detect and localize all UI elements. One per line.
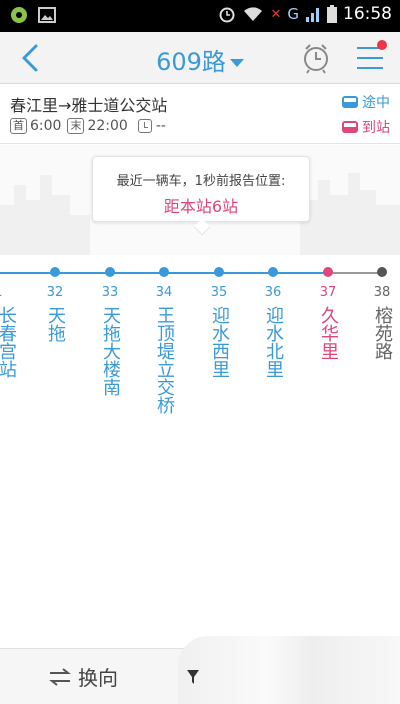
legend: 途中 到站 — [342, 92, 390, 142]
station-38[interactable]: 38 榕苑路 — [362, 267, 400, 360]
wifi-icon — [244, 7, 263, 22]
station-34[interactable]: 34 王顶堤立交桥 — [144, 267, 184, 414]
route-times: 首 6:00 末 22:00 -- — [10, 118, 166, 134]
reverse-label: 换向 — [78, 666, 118, 690]
bubble-report-text: 最近一辆车，1秒前报告位置: — [116, 174, 286, 189]
status-bar: ✕ G 16:58 — [0, 0, 400, 32]
nearest-bus-bubble: 最近一辆车，1秒前报告位置: 距本站6站 — [92, 156, 310, 222]
app-notification-icon — [11, 7, 27, 23]
station-name: 迎水北里 — [263, 306, 284, 378]
station-37-current[interactable]: 37 久华里 — [308, 267, 348, 360]
last-bus-time: 22:00 — [87, 118, 128, 134]
station-36[interactable]: 36 迎水北里 — [253, 267, 293, 378]
station-31[interactable]: 31 长春宫站 — [0, 267, 26, 378]
station-32[interactable]: 32 天拖 — [35, 267, 75, 342]
route-info: 春江里→雅士道公交站 首 6:00 末 22:00 -- 途中 到站 — [0, 84, 400, 144]
battery-icon — [327, 5, 337, 23]
station-dot — [105, 267, 115, 277]
image-notification-icon — [38, 7, 56, 23]
station-dot — [268, 267, 278, 277]
route-title: 609路 — [156, 48, 226, 76]
station-name: 榕苑路 — [372, 306, 393, 360]
station-name: 天拖 — [45, 306, 66, 342]
no-sim-icon: ✕ — [270, 6, 282, 22]
network-type: G — [287, 5, 299, 23]
bus-enroute-icon — [342, 96, 358, 108]
alarm-clock-icon[interactable] — [301, 42, 331, 74]
signal-icon — [306, 8, 319, 22]
station-dot — [159, 267, 169, 277]
chevron-down-icon — [229, 59, 244, 67]
legend-enroute: 途中 — [342, 92, 390, 112]
app-header: 609路 — [0, 32, 400, 84]
station-name: 长春宫站 — [0, 306, 17, 378]
bus-arrived-icon — [342, 121, 358, 133]
station-dot — [214, 267, 224, 277]
station-name: 天拖大楼南 — [100, 306, 121, 396]
alarm-status-icon — [219, 7, 235, 23]
bottom-overlay — [178, 636, 400, 704]
station-number: 37 — [319, 285, 337, 300]
station-number: 35 — [210, 285, 228, 300]
station-number: 34 — [155, 285, 173, 300]
station-dot — [50, 267, 60, 277]
status-time: 16:58 — [343, 4, 392, 24]
notification-dot — [377, 40, 387, 50]
first-bus-tag: 首 — [10, 118, 27, 134]
station-name: 王顶堤立交桥 — [154, 306, 175, 414]
legend-arrived: 到站 — [342, 117, 390, 137]
first-bus-time: 6:00 — [30, 118, 62, 134]
interval-clock-icon — [137, 119, 152, 133]
route-direction: 春江里→雅士道公交站 — [10, 96, 168, 115]
menu-button[interactable] — [355, 40, 387, 72]
station-number: 36 — [264, 285, 282, 300]
swap-arrows-icon — [49, 667, 71, 686]
filter-icon[interactable] — [186, 668, 200, 686]
station-name: 迎水西里 — [209, 306, 230, 378]
station-number: 32 — [46, 285, 64, 300]
bubble-distance: 距本站6站 — [163, 197, 239, 216]
station-number: 33 — [101, 285, 119, 300]
route-title-dropdown[interactable]: 609路 — [0, 42, 400, 77]
station-35[interactable]: 35 迎水西里 — [199, 267, 239, 378]
station-number: 31 — [0, 285, 26, 300]
interval-value: -- — [155, 118, 166, 134]
station-number: 38 — [373, 285, 391, 300]
station-33[interactable]: 33 天拖大楼南 — [90, 267, 130, 396]
station-dot — [377, 267, 387, 277]
station-dot — [323, 267, 333, 277]
reverse-direction-button[interactable]: 换向 — [48, 662, 118, 691]
last-bus-tag: 末 — [67, 118, 85, 134]
station-name: 久华里 — [318, 306, 339, 360]
